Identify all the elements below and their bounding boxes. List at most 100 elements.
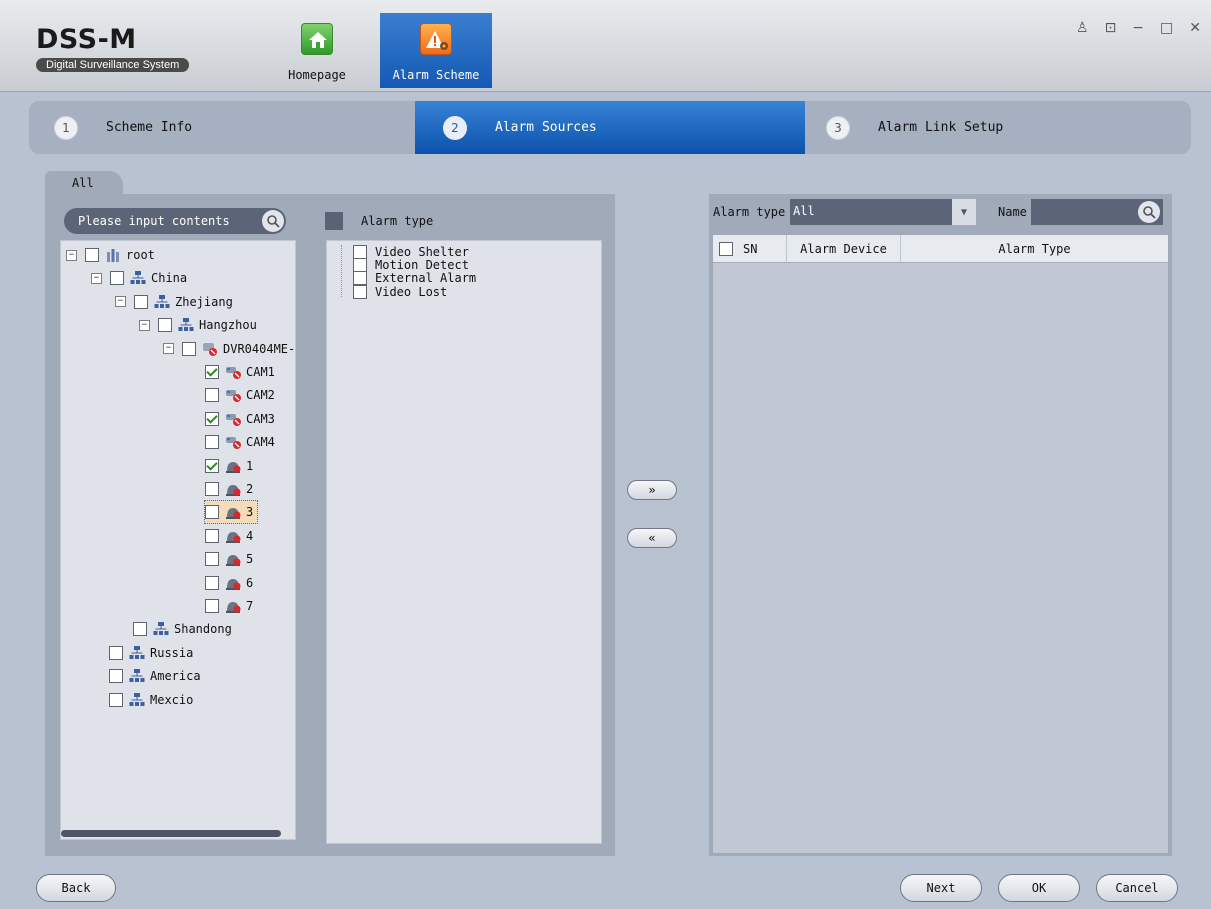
- selected-sources-table: SN Alarm Device Alarm Type: [712, 234, 1169, 854]
- org-icon: [129, 692, 145, 708]
- checkbox[interactable]: [134, 294, 148, 309]
- checkbox[interactable]: [205, 365, 219, 379]
- tree-node[interactable]: − Hangzhou: [139, 314, 257, 336]
- back-button[interactable]: Back: [36, 874, 116, 902]
- tree-node[interactable]: 1: [205, 455, 253, 477]
- name-filter-input[interactable]: [1031, 199, 1163, 225]
- checkbox[interactable]: [205, 388, 219, 403]
- tree-node-label: root: [126, 248, 155, 262]
- camera-icon: [225, 434, 241, 450]
- alarm-type-select-all-icon[interactable]: [325, 212, 343, 230]
- collapse-icon[interactable]: −: [66, 249, 77, 261]
- tree-node[interactable]: − root: [66, 244, 155, 266]
- tree-node[interactable]: Mexcio: [109, 689, 193, 711]
- tree-node[interactable]: 6: [205, 572, 253, 594]
- checkbox[interactable]: [85, 248, 99, 262]
- tree-node-label: China: [151, 271, 188, 286]
- close-button[interactable]: ✕: [1189, 20, 1201, 36]
- tree-node[interactable]: CAM3: [205, 408, 275, 430]
- tree-node[interactable]: 4: [205, 525, 253, 547]
- checkbox[interactable]: [353, 258, 367, 272]
- collapse-icon[interactable]: −: [115, 296, 126, 308]
- alarm-type-label: External Alarm: [375, 271, 477, 285]
- tree-node[interactable]: Shandong: [133, 618, 232, 640]
- column-alarm-device[interactable]: Alarm Device: [787, 235, 901, 263]
- ok-button[interactable]: OK: [998, 874, 1080, 902]
- alarm-type-label: Motion Detect: [375, 258, 469, 272]
- tree-node[interactable]: America: [109, 665, 201, 687]
- checkbox[interactable]: [353, 245, 367, 259]
- alarm-type-item[interactable]: Motion Detect: [353, 258, 469, 272]
- alarm-type-item[interactable]: External Alarm: [353, 271, 476, 285]
- tree-connector: [341, 245, 342, 297]
- checkbox[interactable]: [133, 622, 147, 637]
- nav-alarm-scheme[interactable]: Alarm Scheme: [380, 13, 492, 88]
- checkbox[interactable]: [205, 482, 219, 496]
- checkbox[interactable]: [353, 285, 367, 299]
- checkbox[interactable]: [205, 599, 219, 613]
- step-alarm-link-setup[interactable]: 3 Alarm Link Setup: [826, 101, 1186, 154]
- checkbox[interactable]: [205, 528, 219, 543]
- name-filter-label: Name: [998, 205, 1027, 219]
- alarm-type-item[interactable]: Video Shelter: [353, 245, 469, 259]
- table-header: SN Alarm Device Alarm Type: [713, 235, 1168, 263]
- nav-homepage-label: Homepage: [288, 68, 346, 82]
- add-to-right-button[interactable]: »: [627, 480, 677, 500]
- tree-node[interactable]: − Zhejiang: [115, 291, 233, 313]
- search-icon[interactable]: [262, 210, 284, 232]
- checkbox[interactable]: [109, 692, 123, 707]
- tree-node[interactable]: 2: [205, 478, 253, 500]
- tree-node[interactable]: CAM4: [205, 431, 275, 453]
- dvr-icon: [202, 341, 218, 357]
- next-button[interactable]: Next: [900, 874, 982, 902]
- checkbox[interactable]: [110, 271, 124, 286]
- column-alarm-type[interactable]: Alarm Type: [901, 235, 1168, 263]
- alarm-type-filter-select[interactable]: All ▼: [790, 199, 976, 225]
- tree-node[interactable]: CAM2: [205, 384, 275, 406]
- search-icon[interactable]: [1138, 201, 1160, 223]
- tree-horizontal-scrollbar[interactable]: [61, 830, 281, 837]
- search-input[interactable]: Please input contents: [64, 208, 286, 234]
- tree-node[interactable]: Russia: [109, 642, 193, 664]
- device-tree[interactable]: − root − China − Zhejiang − Hangzhou − DVR0404ME-…: [60, 240, 296, 840]
- tree-node[interactable]: 5: [205, 548, 253, 570]
- tree-node[interactable]: − DVR0404ME-: [163, 338, 295, 360]
- checkbox[interactable]: [109, 669, 123, 684]
- tree-node[interactable]: 3: [203, 500, 259, 525]
- tree-node[interactable]: 7: [205, 595, 253, 617]
- tree-node[interactable]: CAM1: [205, 361, 275, 383]
- step-scheme-info[interactable]: 1 Scheme Info: [54, 101, 414, 154]
- checkbox[interactable]: [205, 435, 219, 450]
- chevron-down-icon[interactable]: ▼: [952, 199, 976, 225]
- checkbox[interactable]: [109, 645, 123, 660]
- alarm-type-item[interactable]: Video Lost: [353, 285, 447, 299]
- alarm-type-list: Video Shelter Motion Detect External Ala…: [326, 240, 602, 844]
- maximize-button[interactable]: □: [1160, 20, 1173, 36]
- checkbox[interactable]: [205, 505, 219, 520]
- tree-node-label: 3: [246, 505, 254, 520]
- checkbox[interactable]: [158, 318, 172, 333]
- remove-from-right-button[interactable]: «: [627, 528, 677, 548]
- wizard-steps: 1 Scheme Info 2 Alarm Sources 3 Alarm Li…: [29, 101, 1191, 154]
- select-all-checkbox[interactable]: [719, 242, 733, 256]
- tree-node[interactable]: − China: [91, 267, 187, 289]
- checkbox[interactable]: [353, 271, 367, 285]
- collapse-icon[interactable]: −: [139, 319, 150, 331]
- checkbox[interactable]: [205, 411, 219, 426]
- tree-node-label: 5: [246, 552, 254, 567]
- user-icon[interactable]: ♙: [1076, 20, 1089, 36]
- checkbox[interactable]: [182, 341, 196, 356]
- step-alarm-sources[interactable]: 2 Alarm Sources: [415, 101, 805, 154]
- cancel-button[interactable]: Cancel: [1096, 874, 1178, 902]
- tab-all[interactable]: All: [45, 171, 123, 195]
- collapse-icon[interactable]: −: [91, 272, 102, 284]
- minimize-button[interactable]: −: [1132, 20, 1144, 36]
- nav-homepage[interactable]: Homepage: [282, 13, 352, 88]
- checkbox[interactable]: [205, 458, 219, 473]
- lock-icon[interactable]: ⊡: [1105, 20, 1117, 36]
- checkbox[interactable]: [205, 552, 219, 567]
- checkbox[interactable]: [205, 575, 219, 590]
- collapse-icon[interactable]: −: [163, 343, 174, 355]
- tree-node-label: CAM2: [246, 388, 275, 403]
- column-sn[interactable]: SN: [713, 235, 787, 263]
